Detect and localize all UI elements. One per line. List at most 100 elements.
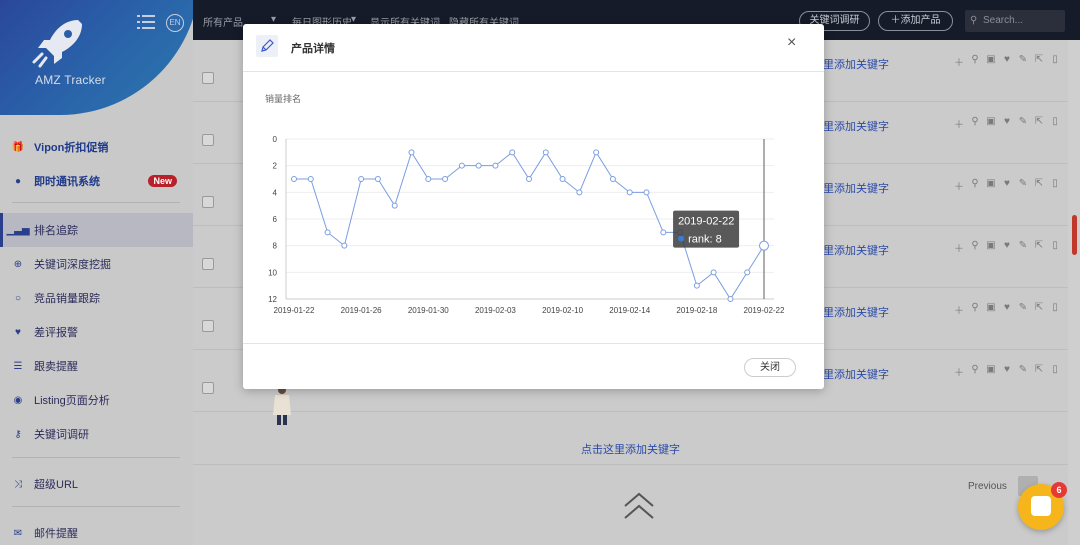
row-checkbox[interactable] — [202, 382, 214, 394]
add-product-button[interactable]: ＋添加产品 — [878, 11, 953, 31]
data-point — [509, 149, 516, 156]
edit-icon[interactable]: ✎ — [1017, 302, 1029, 317]
search-icon[interactable]: ⚲ — [969, 54, 981, 69]
search-icon[interactable]: ⚲ — [969, 364, 981, 379]
plus-icon[interactable]: ＋ — [953, 302, 965, 317]
search-icon[interactable]: ⚲ — [969, 240, 981, 255]
heart-icon[interactable]: ♥ — [1001, 364, 1013, 379]
row-checkbox[interactable] — [202, 320, 214, 332]
external-link-icon[interactable]: ⇱ — [1033, 240, 1045, 255]
row-actions: ＋ ⚲ ▣ ♥ ✎ ⇱ ▯ — [953, 54, 1061, 69]
plus-icon[interactable]: ＋ — [953, 54, 965, 69]
add-keyword-link[interactable]: 里添加关键字 — [823, 304, 889, 320]
heart-icon[interactable]: ♥ — [1001, 116, 1013, 131]
sidebar-item-super-url[interactable]: ⤨ 超级URL — [0, 467, 193, 501]
eye-icon: ◉ — [13, 394, 23, 406]
search-input[interactable]: ⚲ Search... — [965, 10, 1065, 32]
heart-icon[interactable]: ♥ — [1001, 178, 1013, 193]
row-actions: ＋ ⚲ ▣ ♥ ✎ ⇱ ▯ — [953, 116, 1061, 131]
add-keyword-link[interactable]: 里添加关键字 — [823, 180, 889, 196]
data-point — [425, 176, 432, 182]
sidebar-item-rank-tracking[interactable]: ▁▃▅ 排名追踪 — [0, 213, 193, 247]
gift-icon[interactable]: ▣ — [985, 116, 997, 131]
logo-text: AMZ Tracker — [35, 73, 106, 87]
add-keyword-link[interactable]: 里添加关键字 — [823, 56, 889, 72]
sidebar-item-label: 即时通讯系统 — [34, 176, 100, 188]
edit-icon[interactable]: ✎ — [1017, 364, 1029, 379]
row-checkbox[interactable] — [202, 258, 214, 270]
heart-icon[interactable]: ♥ — [1001, 302, 1013, 317]
plus-icon[interactable]: ＋ — [953, 178, 965, 193]
gift-icon: 🎁 — [11, 141, 25, 153]
data-point — [492, 162, 499, 169]
x-tick-label: 2019-02-10 — [542, 306, 583, 315]
sidebar-item-keyword-mining[interactable]: ⊕ 关键词深度挖掘 — [0, 247, 193, 281]
menu-toggle-icon[interactable] — [137, 14, 155, 30]
data-point — [759, 240, 769, 251]
add-keyword-link[interactable]: 里添加关键字 — [823, 242, 889, 258]
sidebar-item-vipon[interactable]: 🎁 Vipon折扣促销 — [0, 130, 193, 164]
sidebar-item-listing-analysis[interactable]: ◉ Listing页面分析 — [0, 383, 193, 417]
external-link-icon[interactable]: ⇱ — [1033, 302, 1045, 317]
edit-icon[interactable]: ✎ — [1017, 116, 1029, 131]
search-icon[interactable]: ⚲ — [969, 116, 981, 131]
external-link-icon[interactable]: ⇱ — [1033, 364, 1045, 379]
plus-icon[interactable]: ＋ — [953, 116, 965, 131]
notification-badge: 6 — [1051, 482, 1067, 498]
data-point — [307, 176, 314, 182]
edit-icon[interactable]: ✎ — [1017, 54, 1029, 69]
data-point — [710, 269, 717, 276]
search-icon[interactable]: ⚲ — [969, 302, 981, 317]
heart-icon[interactable]: ♥ — [1001, 240, 1013, 255]
gift-icon[interactable]: ▣ — [985, 364, 997, 379]
sidebar-item-chat[interactable]: ● 即时通讯系统 New — [0, 164, 193, 198]
plus-icon[interactable]: ＋ — [953, 364, 965, 379]
add-keyword-bar[interactable]: 点击这里添加关键字 — [193, 435, 1068, 465]
scroll-top-icon[interactable] — [621, 488, 657, 524]
add-keyword-link[interactable]: 里添加关键字 — [823, 118, 889, 134]
edit-icon[interactable]: ✎ — [1017, 240, 1029, 255]
gift-icon[interactable]: ▣ — [985, 54, 997, 69]
sidebar-item-label: 跟卖提醒 — [34, 361, 78, 373]
previous-page-button[interactable]: Previous — [968, 481, 1007, 492]
gift-icon[interactable]: ▣ — [985, 240, 997, 255]
close-icon[interactable]: × — [787, 34, 796, 52]
gift-icon[interactable]: ▣ — [985, 178, 997, 193]
sidebar-item-keyword-research[interactable]: ⚷ 关键词调研 — [0, 417, 193, 451]
trash-icon[interactable]: ▯ — [1049, 364, 1061, 379]
shuffle-icon: ⤨ — [14, 478, 22, 490]
sidebar-item-hijack-alert[interactable]: ☰ 跟卖提醒 — [0, 349, 193, 383]
heart-icon[interactable]: ♥ — [1001, 54, 1013, 69]
trash-icon[interactable]: ▯ — [1049, 240, 1061, 255]
data-point — [744, 269, 751, 276]
key-icon: ⚷ — [14, 428, 22, 440]
trash-icon[interactable]: ▯ — [1049, 178, 1061, 193]
trash-icon[interactable]: ▯ — [1049, 302, 1061, 317]
search-icon: ○ — [14, 292, 22, 304]
rocket-logo-icon — [32, 20, 82, 68]
trash-icon[interactable]: ▯ — [1049, 54, 1061, 69]
search-icon[interactable]: ⚲ — [969, 178, 981, 193]
row-checkbox[interactable] — [202, 134, 214, 146]
row-checkbox[interactable] — [202, 72, 214, 84]
language-switch[interactable]: EN — [166, 14, 184, 32]
data-point — [324, 229, 331, 236]
gift-icon[interactable]: ▣ — [985, 302, 997, 317]
external-link-icon[interactable]: ⇱ — [1033, 54, 1045, 69]
add-keyword-link[interactable]: 里添加关键字 — [823, 366, 889, 382]
sidebar-item-bad-review[interactable]: ♥ 差评报警 — [0, 315, 193, 349]
sidebar-item-competitor-sales[interactable]: ○ 竞品销量跟踪 — [0, 281, 193, 315]
search-icon: ⚲ — [970, 15, 978, 26]
external-link-icon[interactable]: ⇱ — [1033, 116, 1045, 131]
edit-icon[interactable]: ✎ — [1017, 178, 1029, 193]
scrollbar-thumb[interactable] — [1072, 215, 1077, 255]
data-point — [391, 202, 398, 209]
plus-icon[interactable]: ＋ — [953, 240, 965, 255]
product-filter-select[interactable]: 所有产品 — [203, 14, 243, 29]
external-link-icon[interactable]: ⇱ — [1033, 178, 1045, 193]
row-checkbox[interactable] — [202, 196, 214, 208]
close-button[interactable]: 关闭 — [744, 358, 796, 377]
sidebar-item-email-alert[interactable]: ✉ 邮件提醒 — [0, 516, 193, 545]
add-product-label: 添加产品 — [900, 15, 941, 26]
trash-icon[interactable]: ▯ — [1049, 116, 1061, 131]
